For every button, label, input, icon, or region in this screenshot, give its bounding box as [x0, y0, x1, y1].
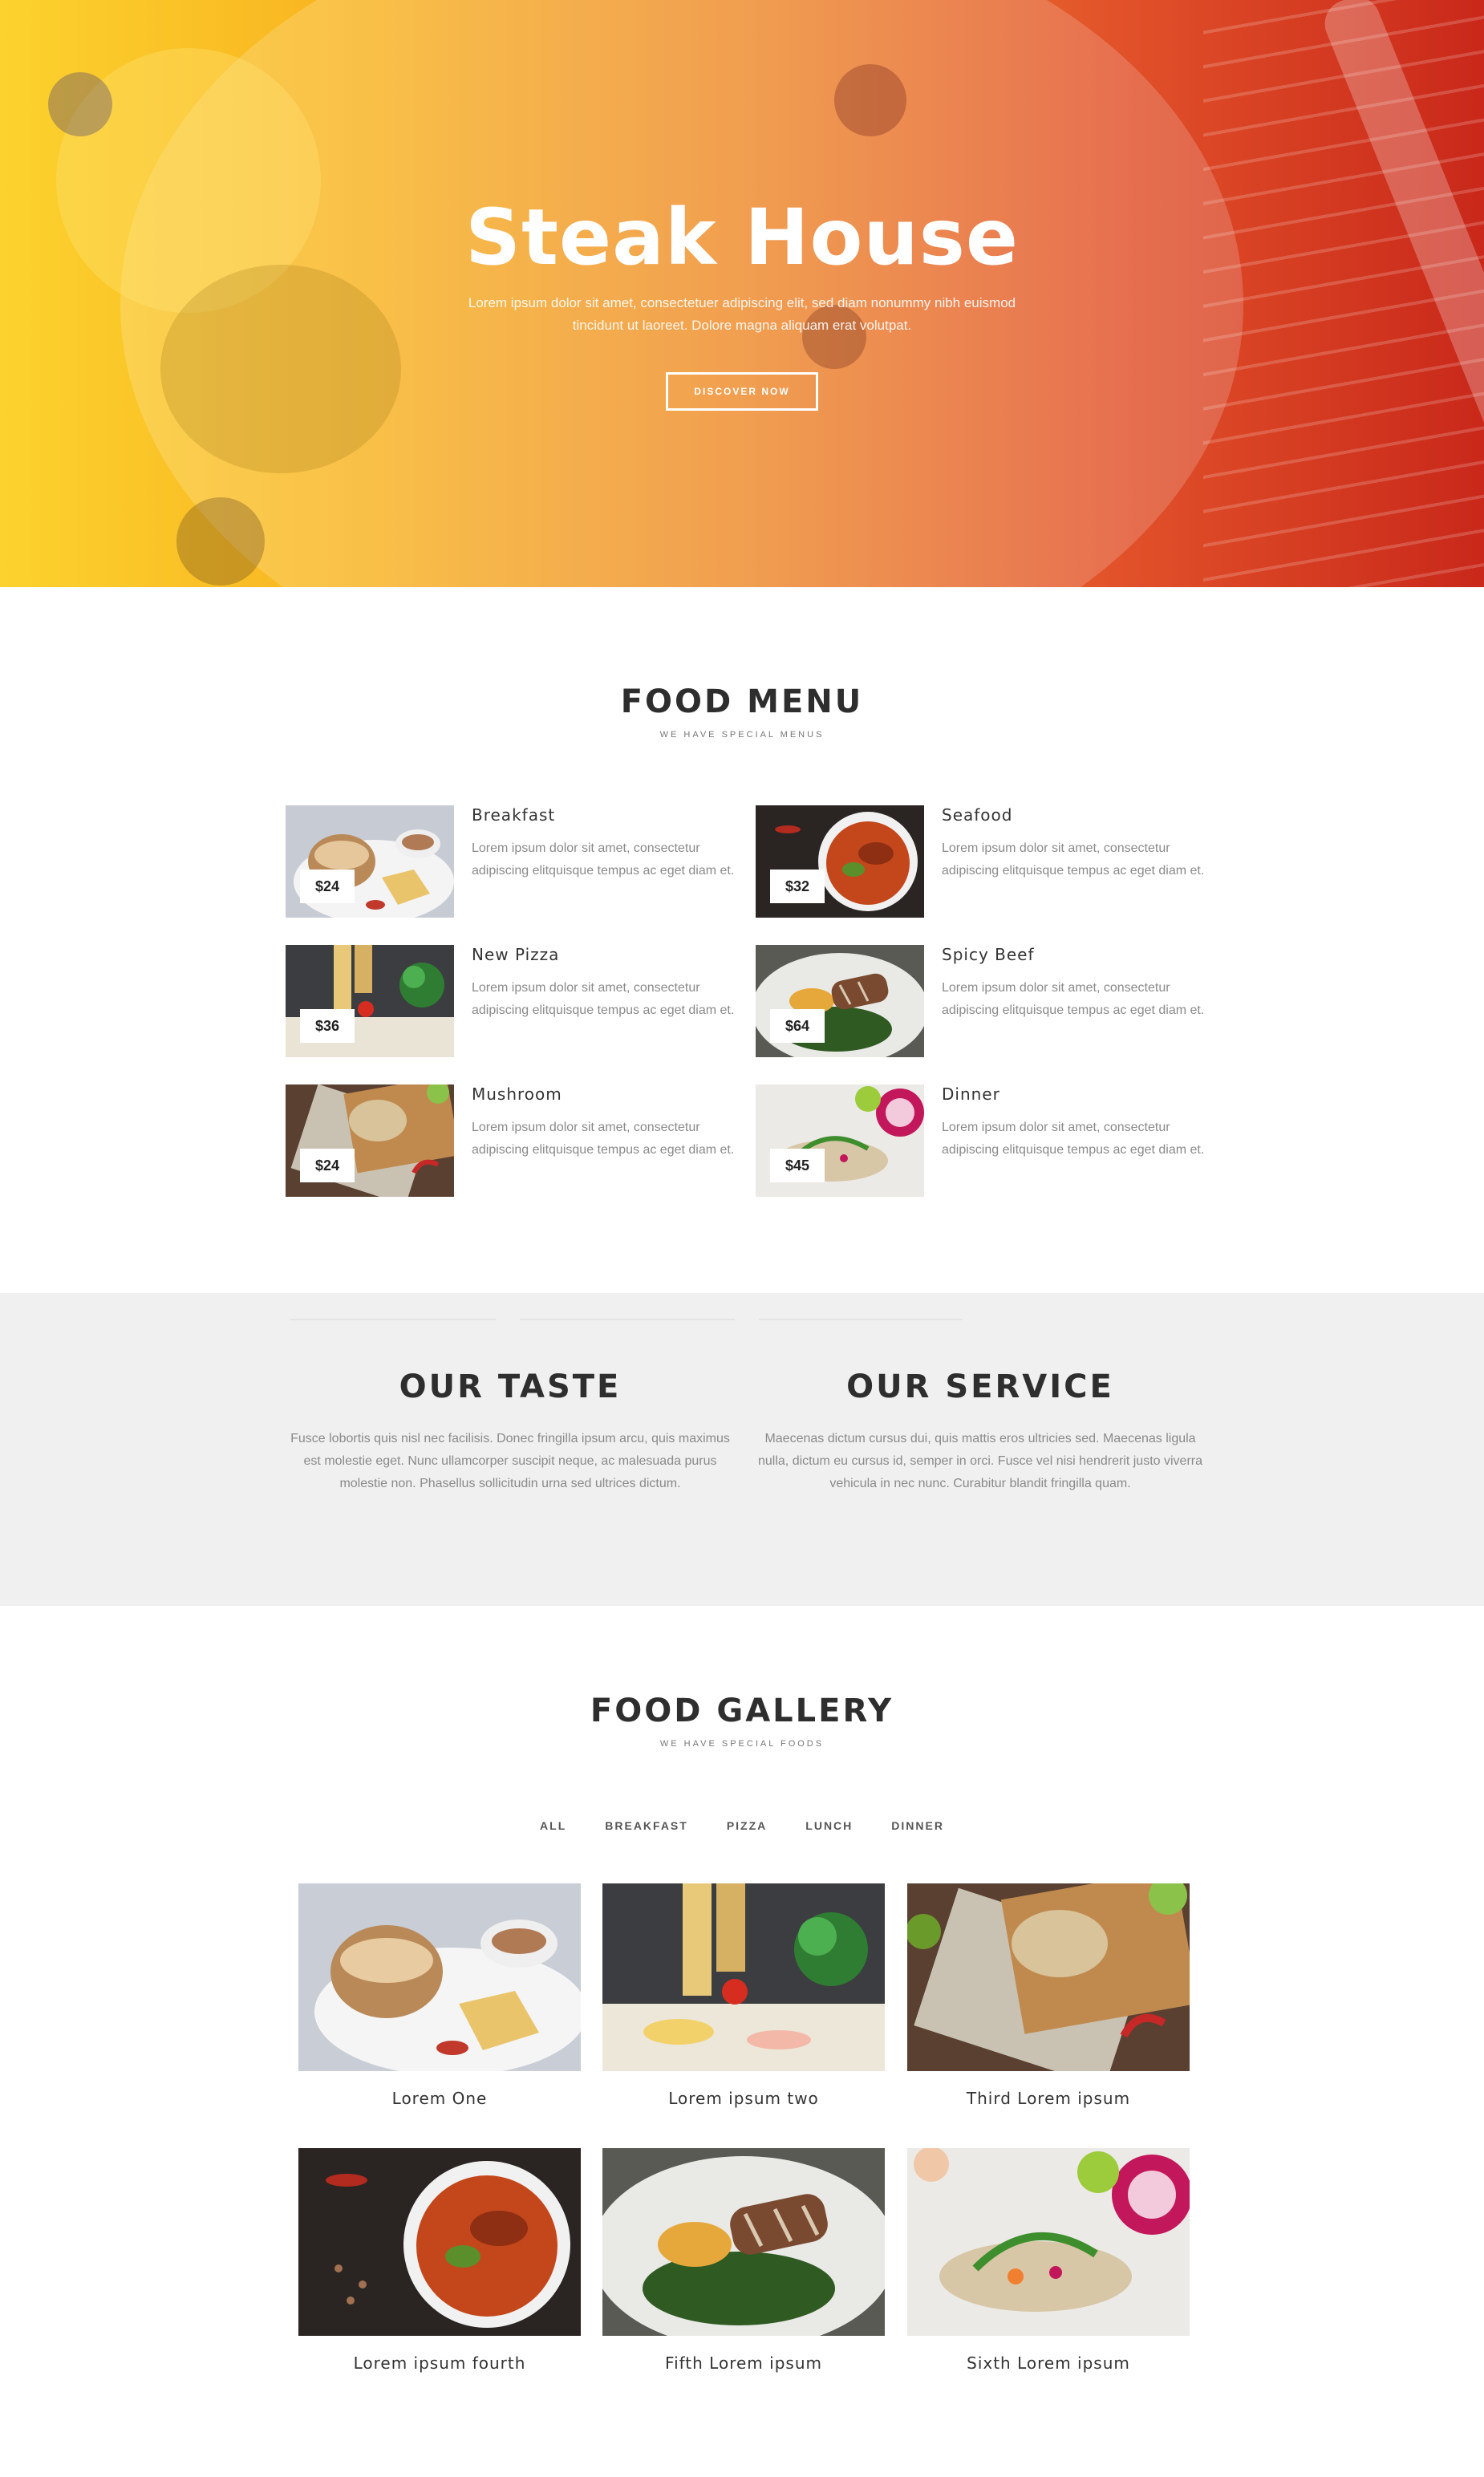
menu-item-price: $24: [300, 1149, 355, 1182]
gallery-photo: [298, 1883, 581, 2071]
menu-item-price: $24: [300, 870, 355, 903]
menu-item-photo: $24: [286, 1084, 454, 1197]
filter-dinner[interactable]: DINNER: [891, 1819, 944, 1832]
mushroom-photo: [907, 1883, 1190, 2071]
menu-item-description: Lorem ipsum dolor sit amet, consectetur …: [472, 841, 735, 878]
divider: [759, 1319, 963, 1320]
gallery-caption: Third Lorem ipsum: [966, 2089, 1131, 2108]
hero-subtitle: Lorem ipsum dolor sit amet, consectetuer…: [468, 295, 1016, 333]
menu-item-name: Spicy Beef: [942, 945, 1035, 964]
hero-banner: Steak House Lorem ipsum dolor sit amet, …: [0, 0, 1484, 587]
menu-item-name: Breakfast: [472, 805, 556, 825]
menu-item-description: Lorem ipsum dolor sit amet, consectetur …: [472, 1121, 735, 1157]
gallery-photo: [298, 2148, 581, 2336]
our-taste-text: Fusce lobortis quis nisl nec facilisis. …: [290, 1432, 730, 1490]
divider: [290, 1319, 496, 1320]
menu-item-price: $64: [770, 1009, 825, 1043]
menu-item-description: Lorem ipsum dolor sit amet, consectetur …: [942, 981, 1205, 1017]
menu-item-photo: $32: [756, 805, 924, 918]
menu-item[interactable]: $32 Seafood Lorem ipsum dolor sit amet, …: [756, 805, 1213, 918]
filter-breakfast[interactable]: BREAKFAST: [605, 1819, 688, 1832]
menu-item[interactable]: $24 Breakfast Lorem ipsum dolor sit amet…: [286, 805, 743, 918]
gallery-photo: [907, 1883, 1190, 2071]
menu-item-photo: $36: [286, 945, 454, 1057]
seafood-photo: [298, 2148, 581, 2336]
hero-fruit-shape: [160, 265, 401, 473]
gallery-filter-bar: ALL BREAKFAST PIZZA LUNCH DINNER: [0, 1819, 1484, 1832]
hero-berry-shape: [834, 64, 906, 136]
gallery-card[interactable]: Lorem One: [298, 1883, 581, 2108]
menu-item-price: $36: [300, 1009, 355, 1043]
gallery-caption: Lorem ipsum two: [668, 2089, 819, 2108]
gallery-photo: [602, 2148, 885, 2336]
our-service-text: Maecenas dictum cursus dui, quis mattis …: [758, 1432, 1202, 1490]
menu-item-name: Dinner: [942, 1084, 1000, 1104]
menu-item[interactable]: $36 New Pizza Lorem ipsum dolor sit amet…: [286, 945, 743, 1057]
gallery-section-subtitle: WE HAVE SPECIAL FOODS: [659, 1739, 825, 1749]
filter-lunch[interactable]: LUNCH: [805, 1819, 853, 1832]
menu-item[interactable]: $64 Spicy Beef Lorem ipsum dolor sit ame…: [756, 945, 1213, 1057]
gallery-photo: [907, 2148, 1190, 2336]
menu-item-description: Lorem ipsum dolor sit amet, consectetur …: [472, 981, 735, 1017]
hero-title: Steak House: [464, 193, 1020, 282]
gallery-section-title: FOOD GALLERY: [590, 1693, 894, 1729]
discover-now-button[interactable]: DISCOVER NOW: [666, 372, 818, 411]
gallery-card[interactable]: Third Lorem ipsum: [907, 1883, 1190, 2108]
breakfast-photo: [298, 1883, 581, 2071]
hero-berry-shape: [48, 72, 112, 136]
beef-photo: [602, 2148, 885, 2336]
gallery-photo: [602, 1883, 885, 2071]
filter-pizza[interactable]: PIZZA: [727, 1819, 767, 1832]
menu-section-title: FOOD MENU: [620, 683, 864, 720]
gallery-card[interactable]: Fifth Lorem ipsum: [602, 2148, 885, 2373]
hero-berry-shape: [176, 497, 265, 586]
our-service-title: OUR SERVICE: [846, 1368, 1114, 1405]
pizza-photo: [602, 1883, 885, 2071]
menu-item-photo: $64: [756, 945, 924, 1057]
menu-item-name: Seafood: [942, 805, 1013, 825]
gallery-caption: Sixth Lorem ipsum: [967, 2353, 1130, 2373]
gallery-caption: Lorem One: [391, 2089, 488, 2108]
gallery-card[interactable]: Lorem ipsum fourth: [298, 2148, 581, 2373]
menu-item[interactable]: $24 Mushroom Lorem ipsum dolor sit amet,…: [286, 1084, 743, 1197]
gallery-caption: Fifth Lorem ipsum: [665, 2353, 822, 2373]
gallery-card[interactable]: Lorem ipsum two: [602, 1883, 885, 2108]
filter-all[interactable]: ALL: [540, 1819, 566, 1832]
menu-item-photo: $45: [756, 1084, 924, 1197]
menu-item-price: $45: [770, 1149, 825, 1182]
menu-item-price: $32: [770, 870, 825, 903]
gallery-caption: Lorem ipsum fourth: [353, 2353, 526, 2373]
menu-section-subtitle: WE HAVE SPECIAL MENUS: [659, 730, 825, 740]
menu-item-description: Lorem ipsum dolor sit amet, consectetur …: [942, 841, 1205, 878]
menu-item[interactable]: $45 Dinner Lorem ipsum dolor sit amet, c…: [756, 1084, 1213, 1197]
gallery-card[interactable]: Sixth Lorem ipsum: [907, 2148, 1190, 2373]
menu-item-name: Mushroom: [472, 1084, 562, 1104]
our-taste-title: OUR TASTE: [399, 1368, 622, 1405]
divider: [520, 1319, 735, 1320]
menu-item-description: Lorem ipsum dolor sit amet, consectetur …: [942, 1121, 1205, 1157]
dinner-photo: [907, 2148, 1190, 2336]
menu-item-photo: $24: [286, 805, 454, 918]
menu-item-name: New Pizza: [472, 945, 560, 964]
about-band: OUR TASTE Fusce lobortis quis nisl nec f…: [0, 1293, 1484, 1606]
